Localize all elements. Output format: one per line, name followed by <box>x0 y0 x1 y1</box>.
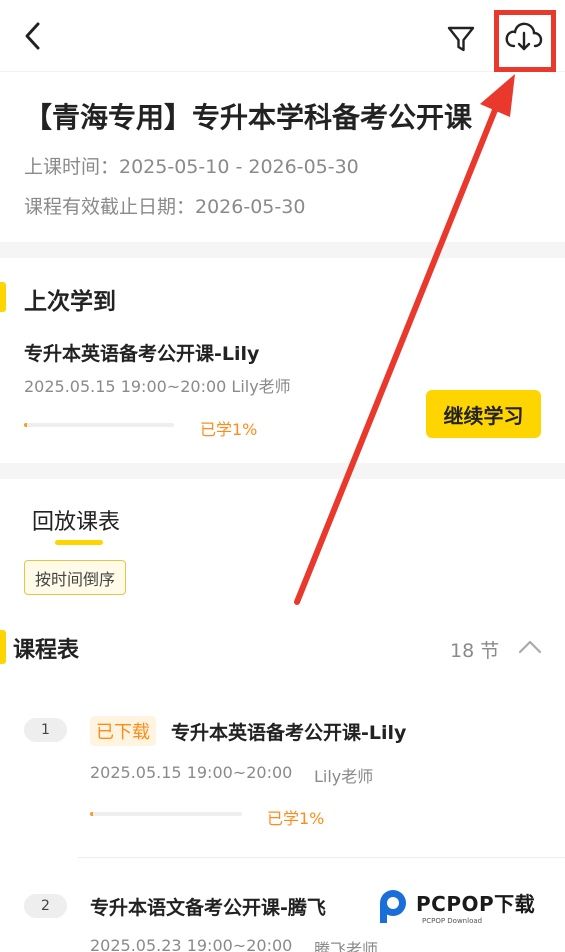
downloaded-tag: 已下载 <box>90 716 156 746</box>
section-divider <box>0 463 565 479</box>
sort-reverse-time-button[interactable]: 按时间倒序 <box>24 560 127 595</box>
watermark-subtext: PCPOP Download <box>422 916 483 925</box>
last-studied-progress-label: 已学1% <box>200 420 258 439</box>
lesson-number-badge: 2 <box>24 894 67 918</box>
continue-study-button[interactable]: 继续学习 <box>426 390 541 438</box>
lesson-progress-label: 已学1% <box>267 809 325 828</box>
class-time: 上课时间：2025-05-10 - 2026-05-30 <box>24 156 359 178</box>
lesson-time: 2025.05.23 19:00~20:00 <box>90 936 293 952</box>
pcpop-logo-icon <box>380 890 406 923</box>
filter-button[interactable] <box>444 22 478 56</box>
section-marker <box>0 282 6 312</box>
last-studied-info: 2025.05.15 19:00~20:00 Lily老师 <box>24 377 291 396</box>
progress-fill <box>90 812 94 816</box>
schedule-title: 课程表 <box>13 638 80 663</box>
progress-fill <box>24 423 27 427</box>
lesson-time: 2025.05.15 19:00~20:00 <box>90 763 293 782</box>
last-studied-progress <box>24 423 174 427</box>
collapse-button[interactable] <box>516 634 544 660</box>
download-highlight-box <box>494 10 556 72</box>
top-bar <box>0 0 565 72</box>
section-divider <box>0 242 565 258</box>
lesson-count: 18 节 <box>450 640 500 662</box>
valid-until: 课程有效截止日期：2026-05-30 <box>24 196 306 218</box>
watermark-text: PCPOP下载 <box>416 891 536 916</box>
lesson-teacher: 腾飞老师 <box>314 940 379 952</box>
lesson-title[interactable]: 专升本语文备考公开课-腾飞 <box>90 893 326 920</box>
course-title: 【青海专用】专升本学科备考公开课 <box>24 101 473 134</box>
chevron-up-icon <box>518 640 542 654</box>
back-button[interactable] <box>18 18 50 54</box>
tab-active-indicator <box>55 540 103 545</box>
filter-funnel-icon <box>447 26 475 52</box>
last-studied-course[interactable]: 专升本英语备考公开课-Lily <box>24 339 259 366</box>
lesson-title[interactable]: 专升本英语备考公开课-Lily <box>171 718 406 745</box>
tab-playback-schedule[interactable]: 回放课表 <box>32 504 120 536</box>
section-marker <box>0 630 6 664</box>
lesson-progress <box>90 812 242 816</box>
last-studied-title: 上次学到 <box>24 289 116 315</box>
chevron-left-icon <box>25 22 40 50</box>
row-divider <box>78 857 565 858</box>
lesson-number-badge: 1 <box>24 718 67 742</box>
lesson-teacher: Lily老师 <box>314 767 374 786</box>
watermark: PCPOP下载 PCPOP Download <box>374 884 552 928</box>
